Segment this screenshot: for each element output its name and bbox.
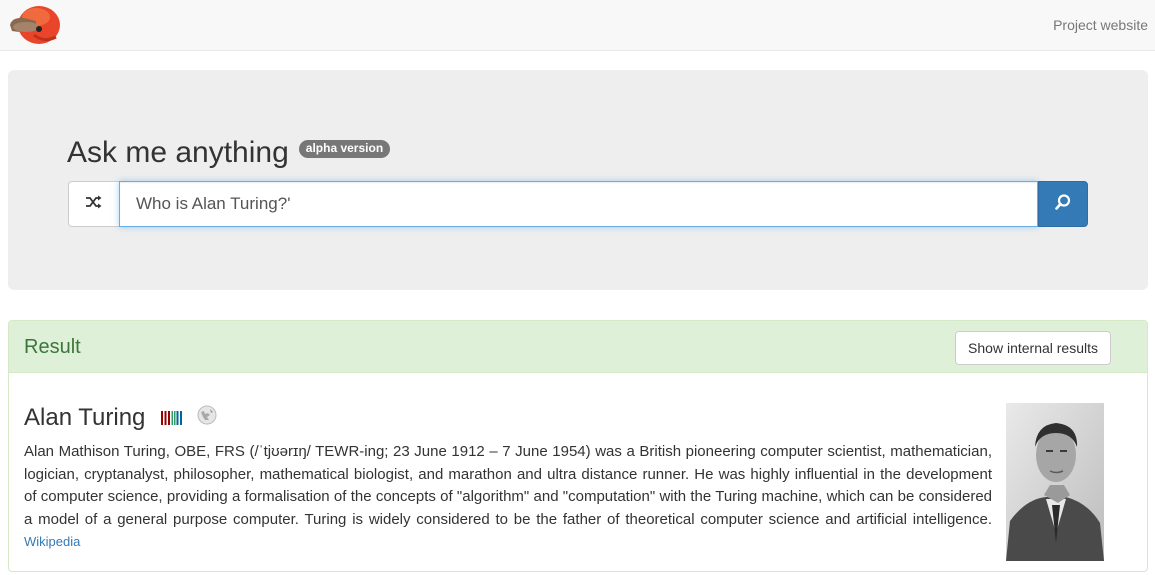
project-website-link[interactable]: Project website [1053,17,1148,33]
hero-title-text: Ask me anything [67,136,289,169]
navbar: Project website [0,0,1155,51]
entity-title: Alan Turing [24,404,217,432]
search-input-group [68,181,1088,227]
random-question-button[interactable] [68,181,119,227]
alpha-version-badge: alpha version [298,140,391,158]
entity-portrait-image [1006,403,1104,561]
result-heading: Result [24,336,81,358]
result-panel-heading: Result Show internal results [9,321,1147,373]
wikipedia-source-link[interactable]: Wikipedia [24,534,80,549]
wikipedia-icon[interactable] [197,404,217,432]
entity-name: Alan Turing [24,404,146,431]
search-jumbotron: Ask me anything alpha version [8,70,1148,290]
result-panel: Result Show internal results Alan Turing [8,320,1148,572]
search-button[interactable] [1038,181,1088,227]
show-internal-results-button[interactable]: Show internal results [955,331,1111,365]
search-icon [1054,193,1072,216]
shuffle-icon [85,194,103,215]
wikidata-icon[interactable] [161,404,183,432]
question-search-input[interactable] [119,181,1038,227]
platypus-logo-icon[interactable] [6,3,62,48]
hero-title: Ask me anything alpha version [67,136,391,170]
description-text: Alan Mathison Turing, OBE, FRS (/ˈtjʊərɪ… [24,443,992,528]
entity-description: Alan Mathison Turing, OBE, FRS (/ˈtjʊərɪ… [24,441,992,554]
